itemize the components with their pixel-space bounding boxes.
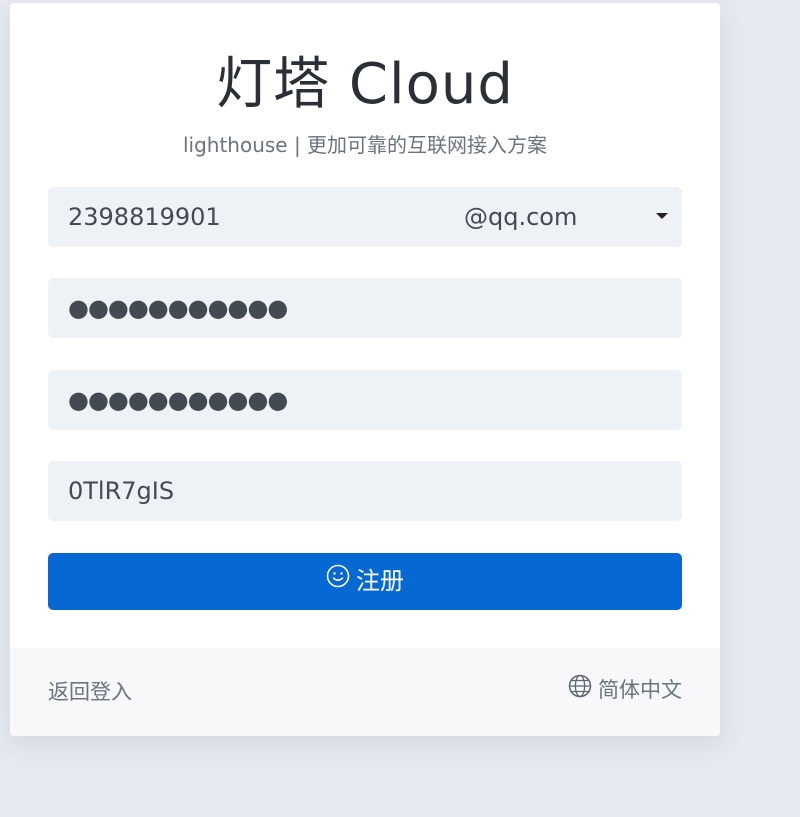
email-domain-select[interactable]: @qq.com <box>464 187 577 247</box>
card-footer: 返回登入 简体中文 <box>10 648 720 736</box>
globe-icon <box>568 674 592 705</box>
brand-title: 灯塔 Cloud <box>216 52 514 117</box>
captcha-field[interactable]: 0TlR7gIS <box>48 461 682 521</box>
brand-subtitle: lighthouse | 更加可靠的互联网接入方案 <box>182 133 548 157</box>
register-button[interactable]: 注册 <box>48 553 682 610</box>
register-card: 灯塔 Cloud lighthouse | 更加可靠的互联网接入方案 23988… <box>10 3 720 736</box>
captcha-value[interactable]: 0TlR7gIS <box>68 461 174 521</box>
password-value[interactable]: ●●●●●●●●●●● <box>68 278 288 338</box>
password-field[interactable]: ●●●●●●●●●●● <box>48 278 682 338</box>
chevron-down-icon[interactable] <box>656 213 668 219</box>
email-local-value[interactable]: 2398819901 <box>68 187 221 247</box>
smile-icon <box>326 552 350 609</box>
back-to-login-link[interactable]: 返回登入 <box>48 678 132 706</box>
confirm-password-value[interactable]: ●●●●●●●●●●● <box>68 370 288 430</box>
email-field[interactable]: 2398819901 @qq.com <box>48 187 682 247</box>
confirm-password-field[interactable]: ●●●●●●●●●●● <box>48 370 682 430</box>
language-label: 简体中文 <box>598 678 682 702</box>
language-switcher[interactable]: 简体中文 <box>568 674 682 705</box>
register-button-label: 注册 <box>356 567 404 595</box>
